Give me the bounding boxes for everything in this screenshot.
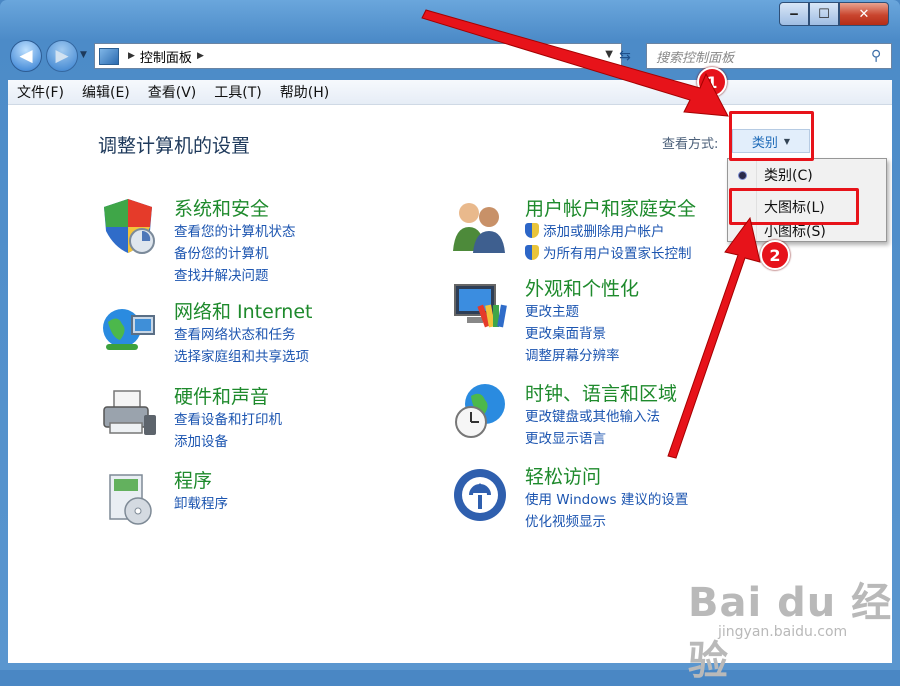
link-add-remove-accounts-label: 添加或删除用户帐户 — [543, 224, 665, 240]
minimize-button[interactable]: ‒ — [779, 2, 809, 26]
uac-shield-icon — [525, 223, 539, 238]
menu-edit[interactable]: 编辑(E) — [82, 82, 130, 102]
appearance-monitor-icon — [454, 284, 507, 328]
link-devices-printers[interactable]: 查看设备和打印机 — [174, 409, 474, 431]
search-input[interactable]: 搜索控制面板 — [647, 47, 871, 66]
watermark-url: jingyan.baidu.com — [718, 624, 848, 640]
network-globe-icon — [103, 309, 155, 350]
link-homegroup-sharing[interactable]: 选择家庭组和共享选项 — [174, 346, 474, 368]
menu-tools[interactable]: 工具(T) — [214, 82, 261, 102]
link-desktop-background[interactable]: 更改桌面背景 — [525, 323, 825, 345]
link-network-status[interactable]: 查看网络状态和任务 — [174, 324, 474, 346]
user-accounts-icon — [453, 203, 505, 253]
category-title[interactable]: 轻松访问 — [525, 465, 825, 489]
category-title[interactable]: 网络和 Internet — [174, 300, 474, 324]
link-screen-resolution[interactable]: 调整屏幕分辨率 — [525, 345, 825, 367]
menu-item-category[interactable]: 类别(C) — [764, 165, 813, 185]
link-add-device[interactable]: 添加设备 — [174, 431, 474, 453]
control-panel-icon — [99, 47, 119, 65]
category-title[interactable]: 程序 — [174, 469, 474, 493]
menu-help[interactable]: 帮助(H) — [280, 82, 329, 102]
link-windows-recommended-settings[interactable]: 使用 Windows 建议的设置 — [525, 489, 825, 511]
menu-file[interactable]: 文件(F) — [17, 82, 64, 102]
search-box[interactable]: 搜索控制面板 ⚲ — [646, 43, 892, 69]
link-change-keyboards[interactable]: 更改键盘或其他输入法 — [525, 406, 825, 428]
printer-icon — [103, 390, 156, 435]
link-optimize-display[interactable]: 优化视频显示 — [525, 511, 825, 533]
maximize-button[interactable]: ☐ — [809, 2, 839, 26]
search-icon[interactable]: ⚲ — [871, 48, 891, 64]
forward-button[interactable]: ▶ — [46, 40, 78, 72]
annotation-badge-2: 2 — [760, 240, 790, 270]
category-title[interactable]: 系统和安全 — [174, 197, 474, 221]
address-bar[interactable]: ▶ 控制面板 ▶ ▼ — [94, 43, 622, 69]
link-troubleshoot[interactable]: 查找并解决问题 — [174, 265, 474, 287]
clock-globe-icon — [455, 384, 505, 438]
window-controls: ‒ ☐ ✕ — [779, 2, 889, 26]
refresh-icon[interactable]: ⇆ — [611, 43, 639, 69]
breadcrumb-chevron-icon[interactable]: ▶ — [197, 51, 204, 61]
view-by-label: 查看方式: — [662, 137, 719, 152]
menu-bar: 文件(F) 编辑(E) 查看(V) 工具(T) 帮助(H) — [8, 80, 892, 105]
link-display-language[interactable]: 更改显示语言 — [525, 428, 825, 450]
ease-of-access-icon — [454, 469, 506, 521]
page-title: 调整计算机的设置 — [98, 135, 251, 157]
menu-view[interactable]: 查看(V) — [148, 82, 197, 102]
annotation-badge-1: 1 — [697, 67, 727, 97]
back-button[interactable]: ◀ — [10, 40, 42, 72]
breadcrumb-control-panel[interactable]: 控制面板 — [140, 47, 192, 66]
link-backup-computer[interactable]: 备份您的计算机 — [174, 243, 474, 265]
recent-pages-dropdown-icon[interactable]: ▼ — [80, 50, 87, 60]
navigation-bar: ◀ ▶ ▼ ▶ 控制面板 ▶ ▼ ⇆ 搜索控制面板 ⚲ — [8, 38, 892, 78]
programs-icon — [109, 474, 152, 525]
category-title[interactable]: 硬件和声音 — [174, 385, 474, 409]
annotation-highlight-large-icons — [729, 188, 859, 225]
link-change-theme[interactable]: 更改主题 — [525, 301, 825, 323]
uac-shield-icon — [525, 245, 539, 260]
category-title[interactable]: 外观和个性化 — [525, 277, 825, 301]
annotation-highlight-view-by — [729, 111, 814, 161]
radio-selected-icon — [738, 171, 747, 180]
link-uninstall-program[interactable]: 卸载程序 — [174, 493, 474, 515]
close-button[interactable]: ✕ — [839, 2, 889, 26]
system-security-icon — [104, 199, 155, 254]
link-parental-controls-label: 为所有用户设置家长控制 — [543, 246, 692, 262]
link-view-computer-status[interactable]: 查看您的计算机状态 — [174, 221, 474, 243]
category-title[interactable]: 时钟、语言和区域 — [525, 382, 825, 406]
breadcrumb-separator-icon[interactable]: ▶ — [128, 51, 135, 61]
